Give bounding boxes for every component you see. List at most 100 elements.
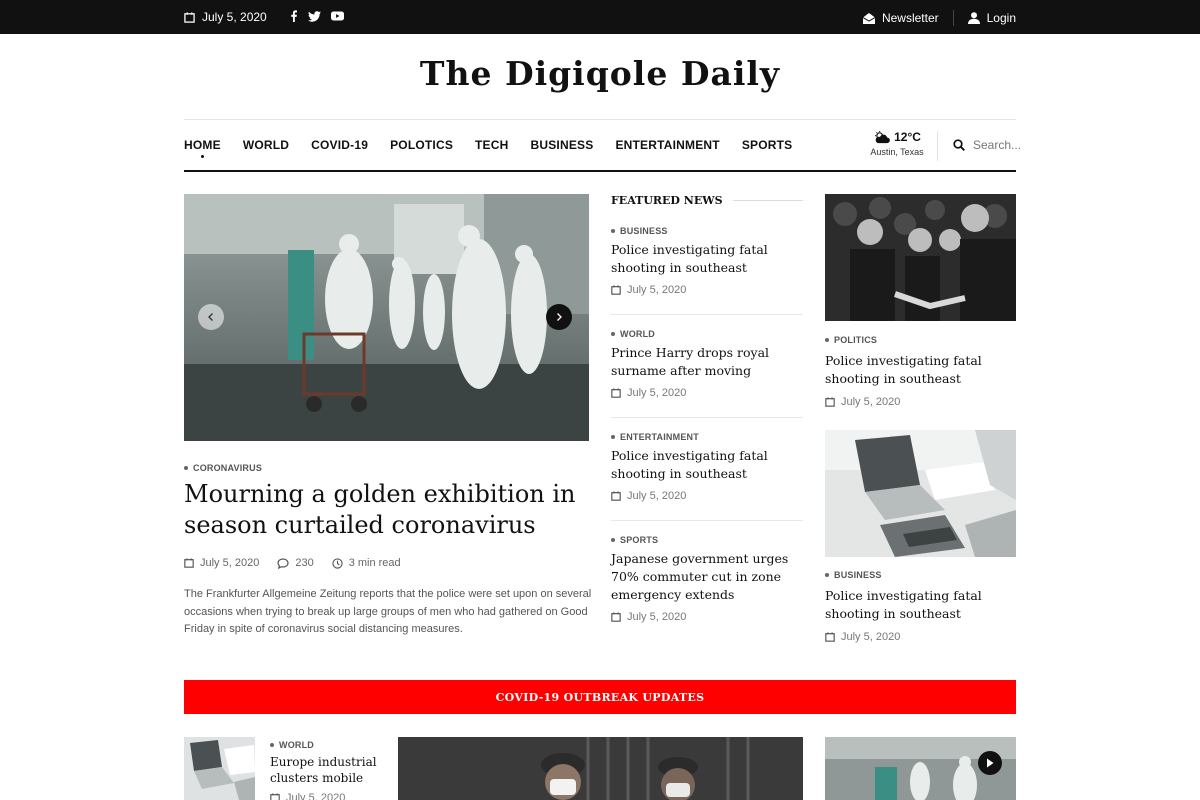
comments-link[interactable]: 230: [277, 557, 314, 569]
search-input[interactable]: [973, 138, 1035, 152]
calendar-icon: [825, 632, 835, 642]
featured-item-title[interactable]: Police investigating fatal shooting in s…: [611, 447, 803, 483]
hero-title[interactable]: Mourning a golden exhibition in season c…: [184, 479, 589, 541]
category-dot: [611, 435, 615, 439]
nav-item-sports[interactable]: SPORTS: [742, 138, 793, 152]
featured-divider: [611, 520, 803, 521]
hero-date: July 5, 2020: [200, 557, 260, 569]
featured-item-date-text: July 5, 2020: [627, 611, 687, 623]
featured-item-category[interactable]: WORLD: [611, 329, 803, 339]
hero-meta: July 5, 2020 230 3 min read: [184, 557, 419, 569]
bottom-thumbnail[interactable]: [184, 737, 255, 800]
bottom-item-date-text: July 5, 2020: [286, 792, 346, 800]
newsletter-link[interactable]: Newsletter: [862, 11, 939, 25]
play-button[interactable]: [978, 751, 1002, 775]
side-image[interactable]: [825, 194, 1016, 321]
side-item-date: July 5, 2020: [825, 631, 900, 643]
featured-item-date: July 5, 2020: [611, 387, 803, 399]
login-link[interactable]: Login: [967, 11, 1016, 25]
category-dot: [825, 338, 829, 342]
laptop-photo: [825, 430, 1016, 557]
nav-divider: [937, 131, 938, 161]
featured-item: ENTERTAINMENT Police investigating fatal…: [611, 432, 803, 502]
category-dot: [611, 229, 615, 233]
category-dot: [611, 332, 615, 336]
side-item-category[interactable]: POLITICS: [825, 335, 877, 345]
top-bar: July 5, 2020 Newsletter Login: [0, 0, 1200, 34]
slider-next-button[interactable]: [546, 304, 572, 330]
nav-bottom-rule: [184, 170, 1016, 172]
nav-item-covid-19[interactable]: COVID-19: [311, 138, 368, 152]
nav-item-tech[interactable]: TECH: [475, 138, 508, 152]
featured-item-category-label: WORLD: [620, 329, 655, 339]
bottom-video-thumb[interactable]: [825, 737, 1016, 800]
site-logo[interactable]: The Digiqole Daily: [0, 54, 1200, 93]
calendar-icon: [611, 491, 621, 501]
weather-temp: 12°C: [894, 130, 921, 144]
side-item-category[interactable]: BUSINESS: [825, 570, 882, 580]
side-item-title[interactable]: Police investigating fatal shooting in s…: [825, 587, 1016, 623]
nav-item-home[interactable]: HOME: [184, 138, 221, 158]
featured-heading: FEATURED NEWS: [611, 194, 803, 207]
bottom-item-category[interactable]: WORLD: [270, 740, 314, 750]
search-icon[interactable]: [953, 139, 965, 151]
featured-heading-rule: [732, 200, 803, 201]
side-item-date-text: July 5, 2020: [841, 631, 901, 643]
nav-item-world[interactable]: WORLD: [243, 138, 289, 152]
calendar-icon: [611, 388, 621, 398]
bottom-item-date: July 5, 2020: [270, 792, 345, 800]
featured-item-date: July 5, 2020: [611, 611, 803, 623]
main-nav: HOME WORLD COVID-19 POLOTICS TECH BUSINE…: [184, 138, 814, 158]
category-dot: [270, 743, 274, 747]
side-item-title[interactable]: Police investigating fatal shooting in s…: [825, 352, 1016, 388]
nav-item-business[interactable]: BUSINESS: [531, 138, 594, 152]
play-icon: [987, 758, 994, 768]
featured-heading-text: FEATURED NEWS: [611, 194, 723, 207]
calendar-icon: [270, 793, 280, 800]
side-item-category-label: POLITICS: [834, 335, 878, 345]
nav-item-politics[interactable]: POLOTICS: [390, 138, 453, 152]
featured-item-category[interactable]: BUSINESS: [611, 226, 803, 236]
laptop-thumb-photo: [184, 737, 255, 800]
comment-icon: [277, 557, 289, 569]
chevron-left-icon: [208, 313, 213, 321]
side-image[interactable]: [825, 430, 1016, 557]
featured-item-date-text: July 5, 2020: [627, 490, 687, 502]
nav-top-rule: [184, 119, 1016, 120]
covid-updates-banner[interactable]: COVID-19 OUTBREAK UPDATES: [184, 680, 1016, 714]
slider-prev-button[interactable]: [198, 304, 224, 330]
search-box: [953, 138, 1035, 152]
side-item-date-text: July 5, 2020: [841, 396, 901, 408]
hero-image[interactable]: [184, 194, 589, 441]
featured-item-title[interactable]: Prince Harry drops royal surname after m…: [611, 344, 803, 380]
login-label: Login: [986, 11, 1016, 25]
featured-item-title[interactable]: Japanese government urges 70% commuter c…: [611, 550, 803, 604]
top-date-text: July 5, 2020: [202, 10, 267, 24]
featured-item-category-label: ENTERTAINMENT: [620, 432, 699, 442]
hero-photo: [184, 194, 589, 441]
side-item-date: July 5, 2020: [825, 396, 900, 408]
featured-divider: [611, 417, 803, 418]
twitter-icon[interactable]: [308, 10, 321, 22]
bottom-feature-image[interactable]: [398, 737, 803, 800]
social-links: [290, 10, 344, 22]
featured-item-title[interactable]: Police investigating fatal shooting in s…: [611, 241, 803, 277]
featured-item-category[interactable]: SPORTS: [611, 535, 803, 545]
category-dot: [611, 538, 615, 542]
site-title: The Digiqole Daily: [419, 54, 781, 93]
featured-item-category-label: SPORTS: [620, 535, 659, 545]
featured-item: WORLD Prince Harry drops royal surname a…: [611, 329, 803, 399]
featured-item-category[interactable]: ENTERTAINMENT: [611, 432, 803, 442]
calendar-icon: [184, 558, 194, 568]
nav-item-entertainment[interactable]: ENTERTAINMENT: [615, 138, 719, 152]
featured-item-date: July 5, 2020: [611, 284, 803, 296]
hero-description: The Frankfurter Allgemeine Zeitung repor…: [184, 588, 592, 635]
cloudy-sun-icon: [875, 130, 890, 143]
youtube-icon[interactable]: [331, 11, 344, 21]
hero-category[interactable]: CORONAVIRUS: [184, 463, 262, 473]
calendar-icon: [184, 11, 195, 23]
bottom-item-title[interactable]: Europe industrial clusters mobile: [270, 754, 390, 786]
side-item-category-label: BUSINESS: [834, 570, 882, 580]
handshake-photo: [825, 194, 1016, 321]
facebook-icon[interactable]: [290, 10, 298, 22]
